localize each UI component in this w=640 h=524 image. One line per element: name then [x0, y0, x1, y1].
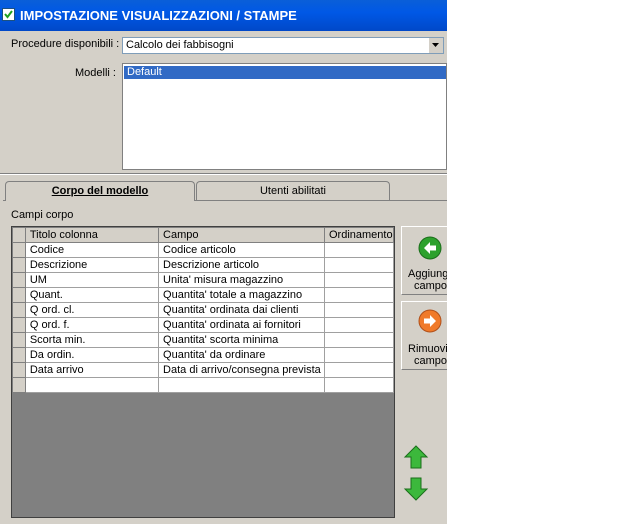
- table-cell[interactable]: Quantita' totale a magazzino: [158, 287, 325, 303]
- row-indicator[interactable]: [12, 362, 26, 378]
- window-checkbox-icon: [2, 8, 15, 21]
- green-left-arrow-icon: [418, 236, 442, 260]
- move-up-button[interactable]: [403, 444, 429, 470]
- table-cell[interactable]: Quantita' ordinata dai clienti: [158, 302, 325, 318]
- table-cell[interactable]: [323, 242, 394, 258]
- table-cell[interactable]: [323, 347, 394, 363]
- table-cell[interactable]: [24, 377, 160, 393]
- table-cell[interactable]: Codice: [24, 242, 160, 258]
- procedure-select[interactable]: Calcolo dei fabbisogni: [122, 37, 444, 54]
- fields-table: Titolo colonna Campo Ordinamento Codice C…: [12, 227, 394, 393]
- table-cell[interactable]: Descrizione: [24, 257, 160, 273]
- remove-field-button[interactable]: Rimuovi campo: [401, 301, 447, 370]
- table-row[interactable]: Scorta min. Quantita' scorta minima: [12, 332, 394, 348]
- table-row[interactable]: [12, 377, 394, 393]
- model-item[interactable]: Default: [124, 66, 446, 79]
- table-cell[interactable]: Scorta min.: [24, 332, 160, 348]
- add-field-label-line2: campo: [414, 280, 447, 292]
- table-row[interactable]: Q ord. f. Quantita' ordinata ai fornitori: [12, 317, 394, 333]
- tab-corpo-del-modello[interactable]: Corpo del modello: [5, 181, 195, 201]
- table-cell[interactable]: Unita' misura magazzino: [158, 272, 325, 288]
- models-label: Modelli :: [75, 67, 116, 79]
- green-down-arrow-icon: [403, 477, 429, 501]
- section-label: Campi corpo: [11, 209, 74, 221]
- table-row[interactable]: Codice Codice articolo: [12, 242, 394, 258]
- table-cell[interactable]: [323, 272, 394, 288]
- dropdown-button[interactable]: [428, 38, 443, 53]
- table-cell[interactable]: Q ord. f.: [24, 317, 160, 333]
- column-header[interactable]: Ordinamento: [323, 227, 394, 243]
- table-cell[interactable]: [323, 257, 394, 273]
- table-row[interactable]: Data arrivo Data di arrivo/consegna previ…: [12, 362, 394, 378]
- table-row[interactable]: Descrizione Descrizione articolo: [12, 257, 394, 273]
- table-cell[interactable]: [323, 362, 394, 378]
- remove-field-label-line2: campo: [414, 355, 447, 367]
- table-cell[interactable]: Q ord. cl.: [24, 302, 160, 318]
- table-cell[interactable]: [323, 302, 394, 318]
- window-title: IMPOSTAZIONE VISUALIZZAZIONI / STAMPE: [20, 8, 297, 23]
- column-header[interactable]: Titolo colonna: [24, 227, 160, 243]
- row-indicator[interactable]: [12, 257, 26, 273]
- row-indicator[interactable]: [12, 377, 26, 393]
- tab-utenti-abilitati[interactable]: Utenti abilitati: [196, 181, 390, 201]
- table-cell[interactable]: [323, 332, 394, 348]
- table-row[interactable]: Quant. Quantita' totale a magazzino: [12, 287, 394, 303]
- title-bar: IMPOSTAZIONE VISUALIZZAZIONI / STAMPE: [0, 0, 447, 31]
- row-indicator[interactable]: [12, 347, 26, 363]
- table-row[interactable]: UM Unita' misura magazzino: [12, 272, 394, 288]
- table-cell[interactable]: [323, 317, 394, 333]
- row-indicator: [12, 227, 26, 243]
- table-cell[interactable]: Da ordin.: [24, 347, 160, 363]
- table-cell[interactable]: Data di arrivo/consegna prevista: [158, 362, 325, 378]
- table-cell[interactable]: UM: [24, 272, 160, 288]
- table-cell[interactable]: Quantita' da ordinare: [158, 347, 325, 363]
- table-row[interactable]: Da ordin. Quantita' da ordinare: [12, 347, 394, 363]
- row-indicator[interactable]: [12, 302, 26, 318]
- row-indicator[interactable]: [12, 287, 26, 303]
- divider: [0, 173, 447, 175]
- table-cell[interactable]: Descrizione articolo: [158, 257, 325, 273]
- row-indicator[interactable]: [12, 332, 26, 348]
- column-header[interactable]: Campo: [158, 227, 325, 243]
- row-indicator[interactable]: [12, 242, 26, 258]
- table-cell[interactable]: [323, 287, 394, 303]
- table-cell[interactable]: Codice articolo: [158, 242, 325, 258]
- models-list[interactable]: Default: [122, 63, 447, 170]
- orange-right-arrow-icon: [418, 309, 442, 333]
- fields-grid[interactable]: Titolo colonna Campo Ordinamento Codice C…: [11, 226, 395, 518]
- table-cell[interactable]: Quantita' scorta minima: [158, 332, 325, 348]
- add-field-label-line1: Aggiung: [408, 268, 447, 280]
- table-cell[interactable]: Quant.: [24, 287, 160, 303]
- dialog-window: IMPOSTAZIONE VISUALIZZAZIONI / STAMPE Pr…: [0, 0, 447, 524]
- table-cell[interactable]: Quantita' ordinata ai fornitori: [158, 317, 325, 333]
- table-cell[interactable]: Data arrivo: [24, 362, 160, 378]
- remove-field-label-line1: Rimuovi: [408, 343, 447, 355]
- table-cell[interactable]: [323, 377, 394, 393]
- move-down-button[interactable]: [403, 476, 429, 502]
- table-row[interactable]: Q ord. cl. Quantita' ordinata dai clienti: [12, 302, 394, 318]
- row-indicator[interactable]: [12, 317, 26, 333]
- chevron-down-icon: [432, 43, 439, 47]
- procedure-label: Procedure disponibili :: [11, 38, 120, 50]
- row-indicator[interactable]: [12, 272, 26, 288]
- procedure-select-value: Calcolo dei fabbisogni: [126, 39, 234, 51]
- green-up-arrow-icon: [403, 445, 429, 469]
- header-row: Titolo colonna Campo Ordinamento: [12, 227, 394, 243]
- add-field-button[interactable]: Aggiung campo: [401, 226, 447, 295]
- table-cell[interactable]: [158, 377, 325, 393]
